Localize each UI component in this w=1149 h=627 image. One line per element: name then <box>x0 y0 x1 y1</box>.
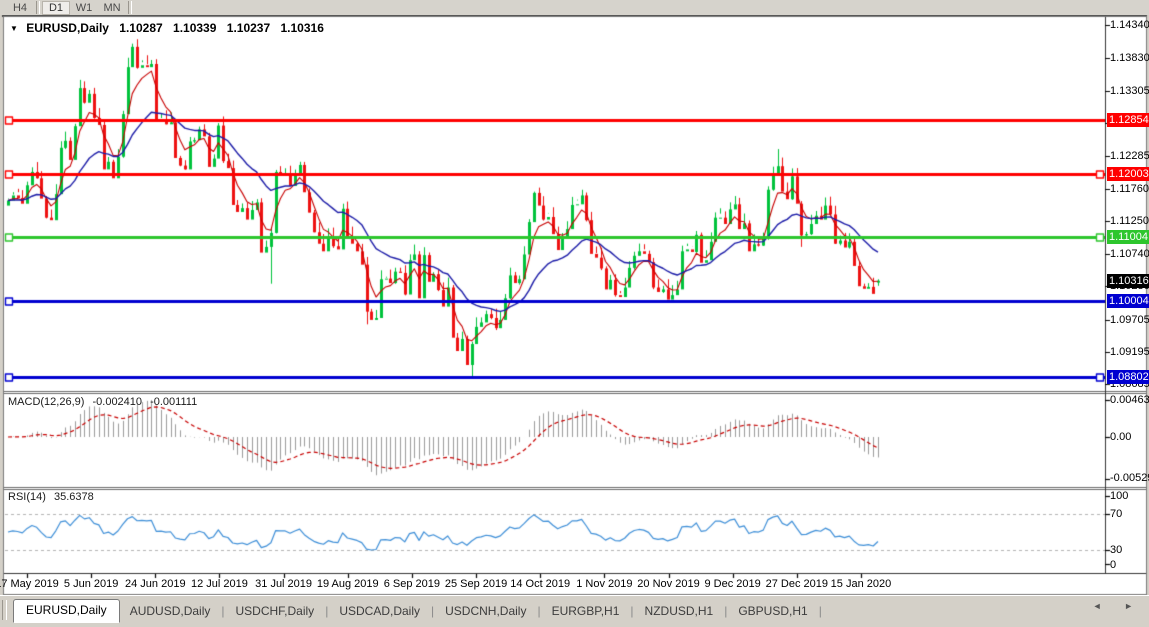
macd-signal-value: -0.001111 <box>150 396 197 408</box>
macd-main-value: -0.002410 <box>92 396 142 408</box>
rsi-axis-tick: 70 <box>1110 508 1122 520</box>
macd-indicator-label: MACD(12,26,9) -0.002410 -0.001111 <box>8 396 202 408</box>
tabbar-gripper[interactable] <box>2 600 7 620</box>
tab-scrollers: ◄ ► <box>1093 601 1143 611</box>
hline-price-label[interactable]: 1.11004 <box>1107 230 1149 244</box>
ohlc-low: 1.10237 <box>227 21 270 35</box>
tab-eurusd-daily[interactable]: EURUSD,Daily <box>13 599 120 623</box>
rsi-label: RSI(14) <box>8 491 46 503</box>
rsi-axis-tick: 30 <box>1110 544 1122 556</box>
rsi-axis-tick: 100 <box>1110 490 1128 502</box>
macd-axis-tick: 0.00463 <box>1110 394 1149 406</box>
rsi-value: 35.6378 <box>54 491 94 503</box>
ohlc-open: 1.10287 <box>119 21 162 35</box>
price-tick: 1.11250 <box>1110 215 1149 227</box>
price-tick: 1.13305 <box>1110 85 1149 97</box>
chart-symbol-label: EURUSD,Daily <box>26 21 109 35</box>
date-label: 1 Nov 2019 <box>576 578 632 590</box>
macd-label: MACD(12,26,9) <box>8 396 84 408</box>
tab-eurgbp-h1[interactable]: EURGBP,H1 <box>542 601 630 622</box>
date-label: 27 Dec 2019 <box>766 578 828 590</box>
hline-price-label[interactable]: 1.12003 <box>1107 167 1149 181</box>
macd-axis-tick: -0.005299 <box>1110 472 1149 484</box>
macd-axis-tick: 0.00 <box>1110 431 1131 443</box>
hline-price-label[interactable]: 1.10004 <box>1107 294 1149 308</box>
date-label: 17 May 2019 <box>0 578 59 590</box>
price-tick: 1.13830 <box>1110 52 1149 64</box>
hline-price-label[interactable]: 1.12854 <box>1107 113 1149 127</box>
timeframe-w1-button[interactable]: W1 <box>70 1 98 15</box>
price-tick: 1.11760 <box>1110 183 1149 195</box>
date-label: 15 Jan 2020 <box>831 578 892 590</box>
tab-scroll-left-icon[interactable]: ◄ <box>1093 601 1112 611</box>
timeframe-toolbar: H4 D1 W1 MN <box>0 0 1149 15</box>
date-label: 25 Sep 2019 <box>445 578 507 590</box>
date-label: 12 Jul 2019 <box>191 578 248 590</box>
chart-tabs-bar: EURUSD,Daily AUDUSD,Daily | USDCHF,Daily… <box>0 595 1149 622</box>
tab-audusd-daily[interactable]: AUDUSD,Daily <box>120 601 221 622</box>
hline-price-label[interactable]: 1.08802 <box>1107 370 1149 384</box>
price-tick: 1.12285 <box>1110 150 1149 162</box>
price-tick: 1.14340 <box>1110 19 1149 31</box>
current-price-label: 1.10316 <box>1107 274 1149 288</box>
tab-separator: | <box>818 604 823 622</box>
date-label: 5 Jun 2019 <box>64 578 118 590</box>
ohlc-close: 1.10316 <box>281 21 324 35</box>
tab-nzdusd-h1[interactable]: NZDUSD,H1 <box>635 601 724 622</box>
timeframe-h4-button[interactable]: H4 <box>6 1 34 15</box>
tab-usdcnh-daily[interactable]: USDCNH,Daily <box>435 601 536 622</box>
date-label: 20 Nov 2019 <box>637 578 699 590</box>
date-label: 9 Dec 2019 <box>705 578 761 590</box>
toolbar-separator <box>128 1 132 14</box>
rsi-axis-tick: 0 <box>1110 559 1116 571</box>
timeframe-mn-button[interactable]: MN <box>98 1 126 15</box>
date-label: 31 Jul 2019 <box>255 578 312 590</box>
chart-canvas[interactable] <box>0 0 1149 627</box>
tab-usdchf-daily[interactable]: USDCHF,Daily <box>226 601 325 622</box>
price-tick: 1.10740 <box>1110 248 1149 260</box>
date-label: 24 Jun 2019 <box>125 578 186 590</box>
ohlc-high: 1.10339 <box>173 21 216 35</box>
tab-usdcad-daily[interactable]: USDCAD,Daily <box>329 601 430 622</box>
tab-scroll-right-icon[interactable]: ► <box>1124 601 1143 611</box>
symbol-dropdown-icon[interactable]: ▼ <box>10 24 18 33</box>
price-tick: 1.09705 <box>1110 314 1149 326</box>
date-label: 6 Sep 2019 <box>384 578 440 590</box>
timeframe-d1-button[interactable]: D1 <box>42 1 70 15</box>
date-label: 14 Oct 2019 <box>510 578 570 590</box>
rsi-indicator-label: RSI(14) 35.6378 <box>8 491 99 503</box>
date-label: 19 Aug 2019 <box>317 578 379 590</box>
price-tick: 1.09195 <box>1110 346 1149 358</box>
tab-gbpusd-h1[interactable]: GBPUSD,H1 <box>728 601 817 622</box>
chart-title: ▼ EURUSD,Daily 1.10287 1.10339 1.10237 1… <box>10 21 331 35</box>
toolbar-separator <box>36 1 40 14</box>
metatrader-window: H4 D1 W1 MN ▼ EURUSD,Daily 1.10287 1.103… <box>0 0 1149 627</box>
